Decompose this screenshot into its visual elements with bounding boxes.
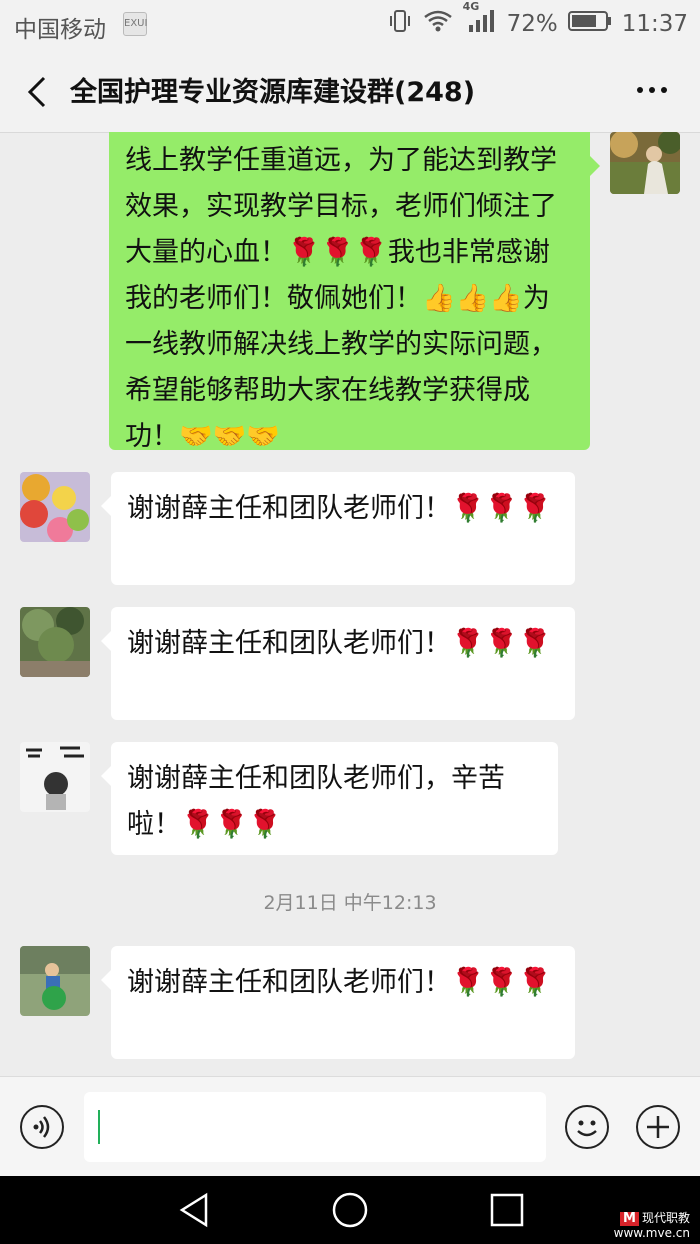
watermark: M 现代职教 www.mve.cn: [614, 1211, 690, 1240]
nav-recent-icon[interactable]: [489, 1192, 525, 1232]
cartoon-avatar[interactable]: [20, 742, 90, 812]
more-icon[interactable]: [634, 78, 670, 102]
wifi-icon: [423, 9, 453, 39]
battery-icon: [567, 10, 612, 38]
message-input[interactable]: [84, 1092, 546, 1162]
input-bar: [0, 1076, 700, 1177]
watermark-name: 现代职教: [641, 1211, 690, 1225]
network-type: 4G: [462, 0, 480, 13]
message-timestamp: 2月11日 中午12:13: [263, 892, 437, 914]
message-bubble[interactable]: 谢谢薛主任和团队老师们！🌹🌹🌹: [101, 472, 575, 585]
message-bubble[interactable]: 谢谢薛主任和团队老师们！🌹🌹🌹: [101, 607, 575, 720]
watermark-url: www.mve.cn: [613, 1226, 690, 1240]
my-avatar[interactable]: [610, 132, 680, 194]
nav-back-icon[interactable]: [176, 1192, 212, 1232]
voice-icon[interactable]: [20, 1105, 64, 1149]
status-bar: 中国移动 EXUI 4G 72% 11:37: [0, 0, 700, 50]
child-avatar[interactable]: [20, 946, 90, 1016]
message-list[interactable]: 线上教学任重道远，为了能达到教学效果，实现教学目标，老师们倾注了大量的心血！🌹🌹…: [0, 132, 700, 1076]
status-indicators: 4G 72% 11:37: [387, 0, 688, 40]
emoji-icon[interactable]: [565, 1105, 609, 1149]
vibrate-icon: [387, 8, 413, 40]
message-bubble[interactable]: 谢谢薛主任和团队老师们，辛苦啦！🌹🌹🌹: [101, 742, 558, 855]
message-bubble[interactable]: 线上教学任重道远，为了能达到教学效果，实现教学目标，老师们倾注了大量的心血！🌹🌹…: [109, 132, 600, 452]
watermark-logo: M: [620, 1212, 639, 1226]
signal-icon: 4G: [463, 0, 497, 40]
text-cursor: [98, 1110, 100, 1144]
macaron-avatar[interactable]: [20, 472, 90, 542]
chat-title: 全国护理专业资源库建设群(248): [70, 77, 476, 108]
notification-badge: EXUI: [123, 12, 147, 36]
back-arrow-icon[interactable]: [22, 72, 60, 112]
nav-home-icon[interactable]: [331, 1191, 369, 1233]
message-bubble[interactable]: 谢谢薛主任和团队老师们！🌹🌹🌹: [101, 946, 575, 1059]
clock: 11:37: [621, 11, 688, 37]
chat-header: 全国护理专业资源库建设群(248): [0, 50, 700, 133]
plus-icon[interactable]: [636, 1105, 680, 1149]
battery-percent: 72%: [506, 11, 558, 37]
system-nav-bar: M 现代职教 www.mve.cn: [0, 1176, 700, 1244]
carrier-name: 中国移动: [14, 17, 106, 43]
tree-avatar[interactable]: [20, 607, 90, 677]
